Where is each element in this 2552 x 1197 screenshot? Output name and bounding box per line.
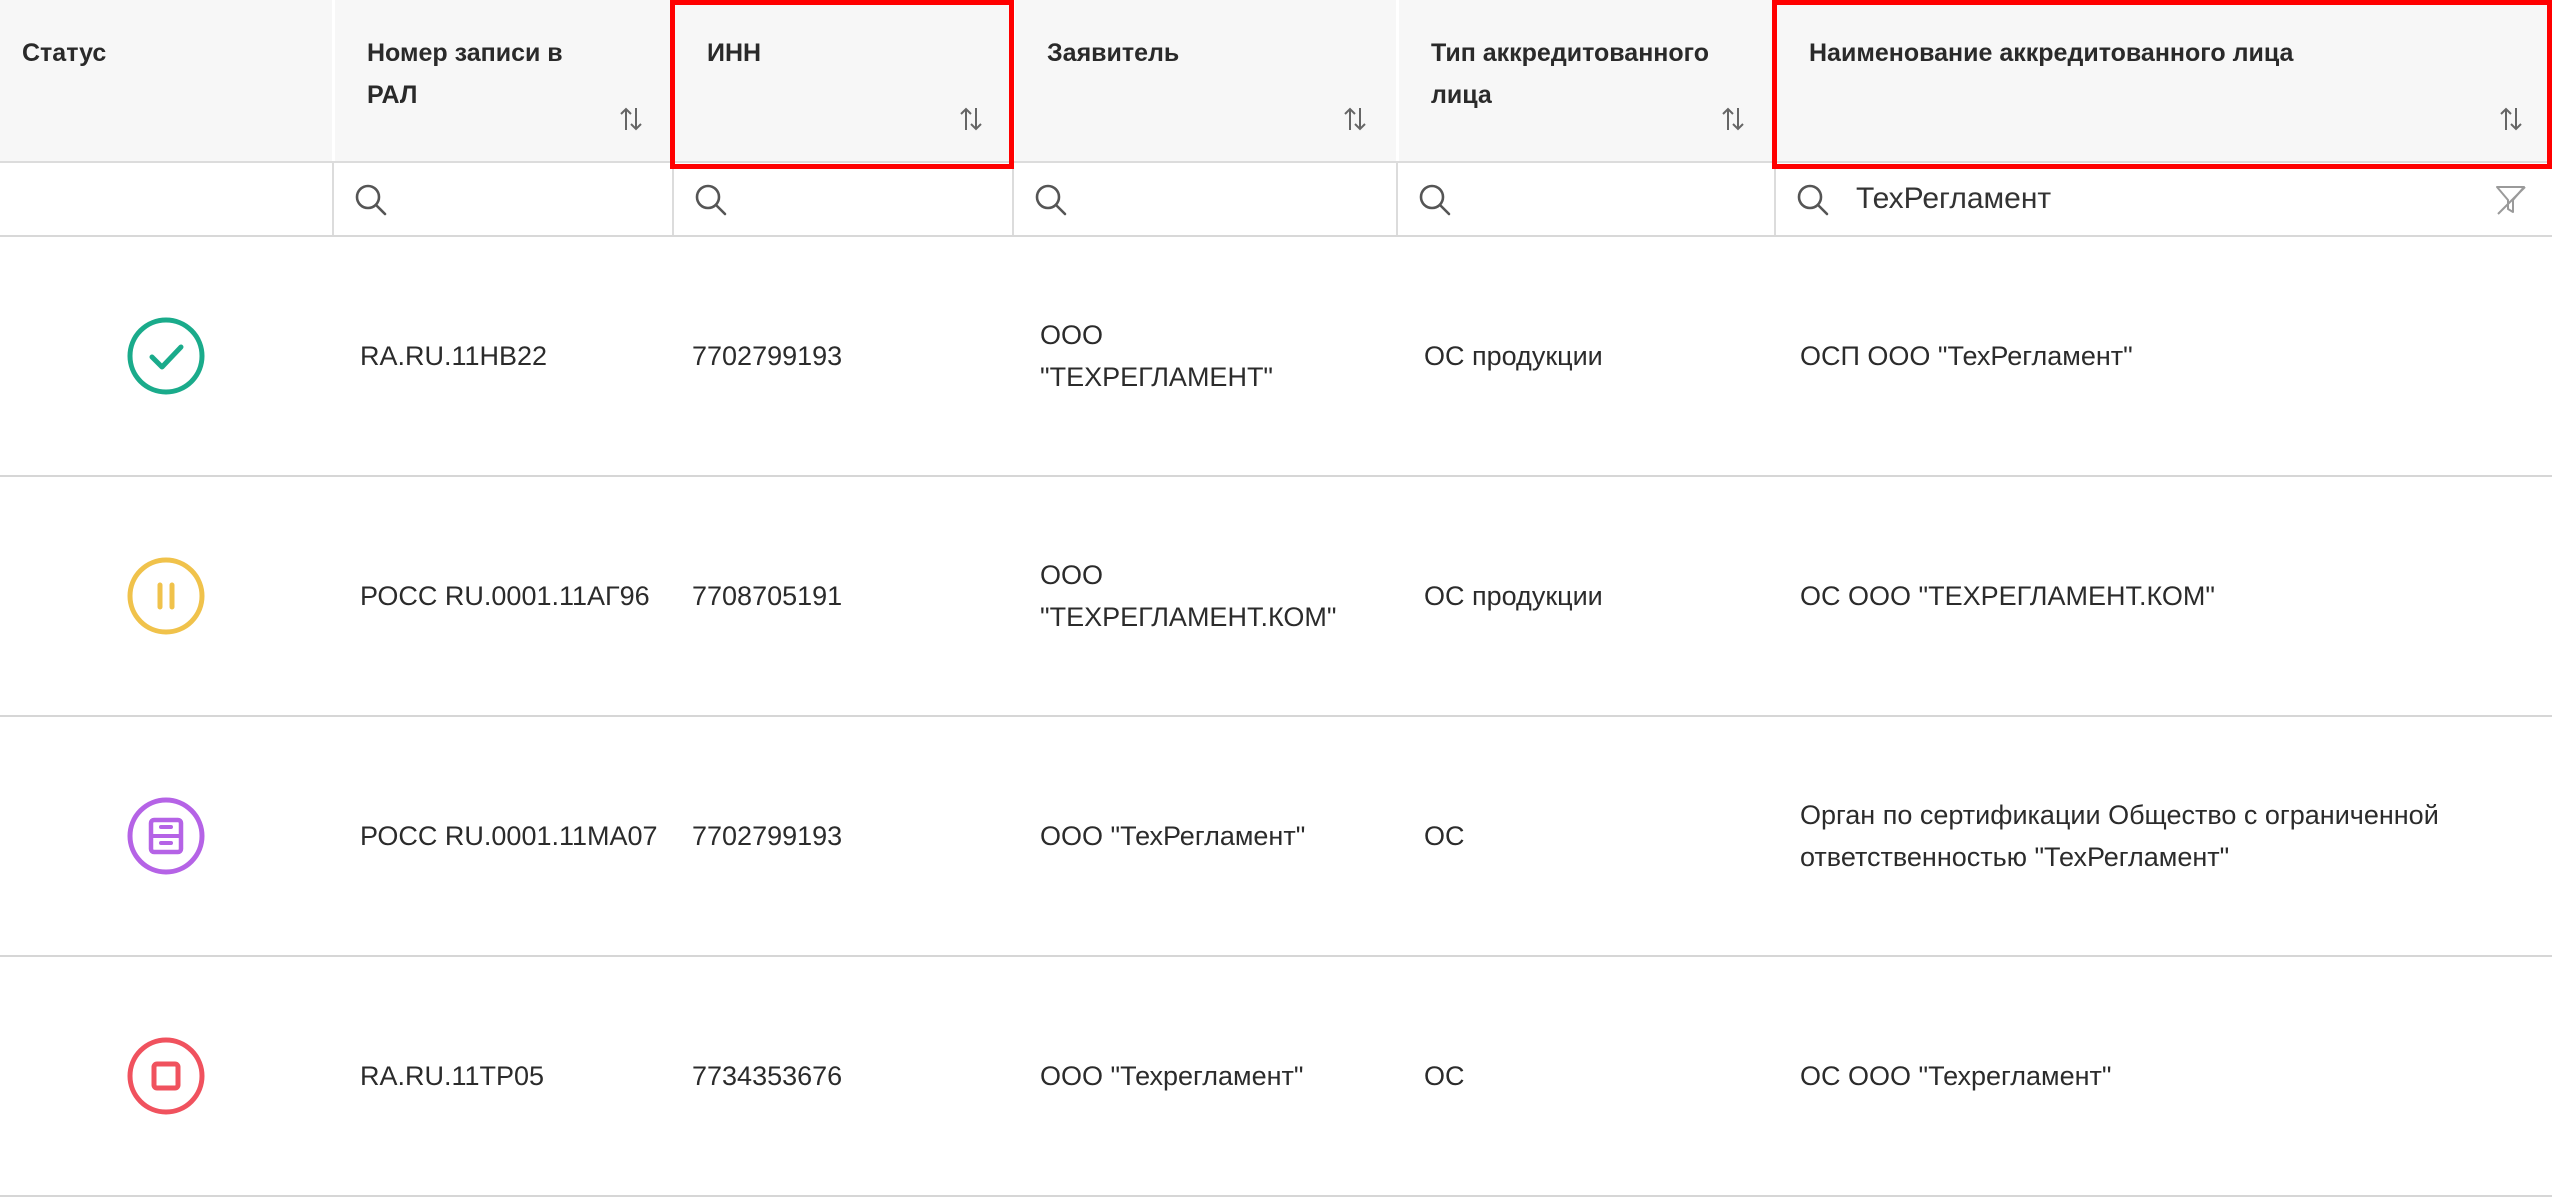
- archive-circle-icon: [127, 797, 205, 875]
- applicant-cell: ООО "ТЕХРЕГЛАМЕНТ": [1012, 237, 1396, 475]
- status-cell: [0, 957, 332, 1195]
- search-icon: [1035, 184, 1067, 216]
- search-icon: [1797, 184, 1829, 216]
- reg-number-cell: РОСС RU.0001.11АГ96: [332, 477, 672, 715]
- applicant-cell: ООО "ТехРегламент": [1012, 717, 1396, 955]
- header-reg-number[interactable]: Номер записи в РАЛ: [332, 0, 672, 161]
- inn-filter-input[interactable]: [754, 173, 932, 225]
- entity-name-cell: Орган по сертификации Общество с огранич…: [1774, 717, 2552, 955]
- reg-number-cell: РОСС RU.0001.11МА07: [332, 717, 672, 955]
- inn-cell: 7702799193: [672, 237, 1012, 475]
- pause-circle-icon: [127, 557, 205, 635]
- registry-table: Статус Номер записи в РАЛ ИНН Заявитель: [0, 0, 2552, 1197]
- inn-cell: 7734353676: [672, 957, 1012, 1195]
- entity-name-text: ОС ООО "Техрегламент": [1800, 1061, 2112, 1091]
- table-row[interactable]: RA.RU.11НВ22 7702799193 ООО "ТЕХРЕГЛАМЕН…: [0, 237, 2552, 477]
- entity-name-cell: ОС ООО "Техрегламент": [1774, 957, 2552, 1195]
- entity-type-filter-input[interactable]: [1478, 173, 1694, 225]
- status-cell: [0, 237, 332, 475]
- entity-type-text: ОС продукции: [1424, 581, 1603, 611]
- sort-icon[interactable]: [2496, 104, 2526, 134]
- applicant-text: ООО "ТехРегламент": [1040, 821, 1306, 851]
- applicant-cell: ООО "ТЕХРЕГЛАМЕНТ.КОМ": [1012, 477, 1396, 715]
- entity-name-cell: ОСП ООО "ТехРегламент": [1774, 237, 2552, 475]
- entity-type-text: ОС продукции: [1424, 341, 1603, 371]
- entity-name-cell: ОС ООО "ТЕХРЕГЛАМЕНТ.КОМ": [1774, 477, 2552, 715]
- filter-status-empty: [0, 163, 332, 235]
- entity-name-text: Орган по сертификации Общество с огранич…: [1800, 800, 2439, 872]
- applicant-cell: ООО "Техрегламент": [1012, 957, 1396, 1195]
- table-row[interactable]: RA.RU.11ТР05 7734353676 ООО "Техрегламен…: [0, 957, 2552, 1197]
- search-icon: [355, 184, 387, 216]
- header-label: Статус: [22, 39, 107, 67]
- entity-type-text: ОС: [1424, 1061, 1465, 1091]
- entity-type-cell: ОС продукции: [1396, 237, 1774, 475]
- applicant-filter-input[interactable]: [1094, 173, 1316, 225]
- stop-circle-icon: [127, 1037, 205, 1115]
- check-circle-icon: [127, 317, 205, 395]
- inn-text: 7708705191: [692, 581, 843, 611]
- applicant-text: ООО "ТЕХРЕГЛАМЕНТ": [1040, 320, 1274, 392]
- applicant-text: ООО "ТЕХРЕГЛАМЕНТ.КОМ": [1040, 560, 1337, 632]
- filter-row: [0, 163, 2552, 237]
- inn-text: 7734353676: [692, 1061, 843, 1091]
- table-header: Статус Номер записи в РАЛ ИНН Заявитель: [0, 0, 2552, 163]
- sort-icon[interactable]: [616, 104, 646, 134]
- header-label: Номер записи в РАЛ: [367, 39, 563, 109]
- header-label: Наименование аккредитованного лица: [1809, 39, 2294, 67]
- header-applicant[interactable]: Заявитель: [1012, 0, 1396, 161]
- inn-text: 7702799193: [692, 341, 843, 371]
- reg-number-cell: RA.RU.11НВ22: [332, 237, 672, 475]
- reg-number-cell: RA.RU.11ТР05: [332, 957, 672, 1195]
- inn-cell: 7702799193: [672, 717, 1012, 955]
- search-icon: [1419, 184, 1451, 216]
- sort-icon[interactable]: [1718, 104, 1748, 134]
- sort-icon[interactable]: [1340, 104, 1370, 134]
- sort-icon[interactable]: [956, 104, 986, 134]
- table-row[interactable]: РОСС RU.0001.11АГ96 7708705191 ООО "ТЕХР…: [0, 477, 2552, 717]
- reg-number-filter-input[interactable]: [414, 173, 592, 225]
- header-inn[interactable]: ИНН: [672, 0, 1012, 161]
- header-entity-type[interactable]: Тип аккредитованного лица: [1396, 0, 1774, 161]
- entity-name-text: ОС ООО "ТЕХРЕГЛАМЕНТ.КОМ": [1800, 581, 2215, 611]
- inn-text: 7702799193: [692, 821, 843, 851]
- entity-name-text: ОСП ООО "ТехРегламент": [1800, 341, 2133, 371]
- applicant-text: ООО "Техрегламент": [1040, 1061, 1304, 1091]
- filter-entity-type[interactable]: [1396, 163, 1774, 235]
- filter-reg-number[interactable]: [332, 163, 672, 235]
- header-status: Статус: [0, 0, 332, 161]
- entity-type-cell: ОС: [1396, 957, 1774, 1195]
- status-cell: [0, 717, 332, 955]
- reg-number-text: РОСС RU.0001.11АГ96: [360, 581, 650, 611]
- clear-filter-icon[interactable]: [2492, 181, 2530, 219]
- search-icon: [695, 184, 727, 216]
- entity-type-text: ОС: [1424, 821, 1465, 851]
- header-label: Тип аккредитованного лица: [1431, 39, 1710, 109]
- reg-number-text: РОСС RU.0001.11МА07: [360, 821, 658, 851]
- filter-entity-name[interactable]: [1774, 163, 2552, 235]
- entity-type-cell: ОС: [1396, 717, 1774, 955]
- entity-type-cell: ОС продукции: [1396, 477, 1774, 715]
- table-row[interactable]: РОСС RU.0001.11МА07 7702799193 ООО "ТехР…: [0, 717, 2552, 957]
- header-entity-name[interactable]: Наименование аккредитованного лица: [1774, 0, 2552, 161]
- header-label: Заявитель: [1047, 39, 1180, 67]
- filter-inn[interactable]: [672, 163, 1012, 235]
- entity-name-filter-input[interactable]: [1856, 173, 2472, 225]
- reg-number-text: RA.RU.11НВ22: [360, 341, 548, 371]
- filter-applicant[interactable]: [1012, 163, 1396, 235]
- header-label: ИНН: [707, 39, 762, 67]
- status-cell: [0, 477, 332, 715]
- inn-cell: 7708705191: [672, 477, 1012, 715]
- reg-number-text: RA.RU.11ТР05: [360, 1061, 545, 1091]
